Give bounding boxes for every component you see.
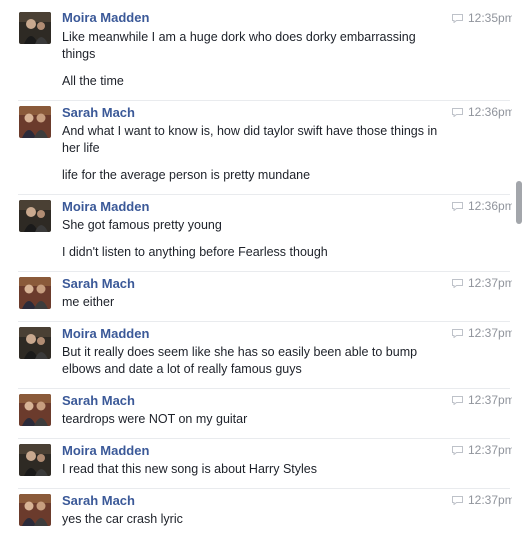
message-group: Sarah Mach 12:37pm yes the car crash lyr… <box>0 488 515 536</box>
timestamp: 12:37pm <box>452 493 516 507</box>
message-text: Like meanwhile I am a huge dork who does… <box>62 30 416 44</box>
message-group: Moira Madden 12:36pm She got famous pret… <box>0 194 515 271</box>
message-group: Sarah Mach 12:36pm And what I want to kn… <box>0 100 515 194</box>
speech-bubble-icon <box>452 279 463 288</box>
timestamp-text: 12:37pm <box>468 393 515 407</box>
message-group: Sarah Mach 12:37pm teardrops were NOT on… <box>0 388 515 438</box>
moira-avatar <box>19 12 51 44</box>
speech-bubble-icon <box>452 108 463 117</box>
sarah-avatar <box>19 394 51 426</box>
speech-bubble-icon <box>452 329 463 338</box>
sender-name[interactable]: Sarah Mach <box>62 493 135 508</box>
timestamp-text: 12:36pm <box>468 199 515 213</box>
avatar[interactable] <box>19 327 51 359</box>
avatar[interactable] <box>19 200 51 232</box>
moira-avatar <box>19 200 51 232</box>
message-text: I read that this new song is about Harry… <box>62 462 317 476</box>
message-text: teardrops were NOT on my guitar <box>62 412 248 426</box>
timestamp: 12:37pm <box>452 326 516 340</box>
sender-name[interactable]: Sarah Mach <box>62 276 135 291</box>
message-text: me either <box>62 295 115 309</box>
avatar[interactable] <box>19 277 51 309</box>
sarah-avatar <box>19 494 51 526</box>
avatar[interactable] <box>19 394 51 426</box>
message-thread: Moira Madden 12:35pm Like meanwhile I am… <box>0 0 515 536</box>
sender-name[interactable]: Sarah Mach <box>62 393 135 408</box>
timestamp: 12:36pm <box>452 199 516 213</box>
timestamp-text: 12:37pm <box>468 443 515 457</box>
message-text: things <box>62 47 96 61</box>
scrollbar-thumb[interactable] <box>516 181 522 224</box>
message-text: And what I want to know is, how did tayl… <box>62 124 438 138</box>
message-text: yes the car crash lyric <box>62 512 183 526</box>
message-text: All the time <box>62 74 124 88</box>
avatar[interactable] <box>19 106 51 138</box>
sarah-avatar <box>19 277 51 309</box>
scrollbar[interactable] <box>512 0 526 536</box>
sarah-avatar <box>19 106 51 138</box>
message-text: I didn't listen to anything before Fearl… <box>62 245 328 259</box>
message-text: life for the average person is pretty mu… <box>62 168 311 182</box>
speech-bubble-icon <box>452 14 463 23</box>
timestamp-text: 12:35pm <box>468 11 515 25</box>
moira-avatar <box>19 327 51 359</box>
moira-avatar <box>19 444 51 476</box>
sender-name[interactable]: Sarah Mach <box>62 105 135 120</box>
timestamp: 12:37pm <box>452 393 516 407</box>
timestamp: 12:37pm <box>452 276 516 290</box>
sender-name[interactable]: Moira Madden <box>62 443 149 458</box>
timestamp-text: 12:36pm <box>468 105 515 119</box>
sender-name[interactable]: Moira Madden <box>62 10 149 25</box>
timestamp: 12:36pm <box>452 105 516 119</box>
sender-name[interactable]: Moira Madden <box>62 326 149 341</box>
message-text: But it really does seem like she has so … <box>62 345 418 359</box>
timestamp: 12:35pm <box>452 11 516 25</box>
message-group: Moira Madden 12:35pm Like meanwhile I am… <box>0 0 515 100</box>
speech-bubble-icon <box>452 446 463 455</box>
message-group: Moira Madden 12:37pm I read that this ne… <box>0 438 515 488</box>
message-group: Sarah Mach 12:37pm me either <box>0 271 515 321</box>
sender-name[interactable]: Moira Madden <box>62 199 149 214</box>
avatar[interactable] <box>19 444 51 476</box>
speech-bubble-icon <box>452 496 463 505</box>
timestamp: 12:37pm <box>452 443 516 457</box>
message-text: her life <box>62 141 100 155</box>
avatar[interactable] <box>19 12 51 44</box>
avatar[interactable] <box>19 494 51 526</box>
speech-bubble-icon <box>452 396 463 405</box>
speech-bubble-icon <box>452 202 463 211</box>
message-text: elbows and date a lot of really famous g… <box>62 362 302 376</box>
timestamp-text: 12:37pm <box>468 276 515 290</box>
timestamp-text: 12:37pm <box>468 326 515 340</box>
message-text: She got famous pretty young <box>62 218 222 232</box>
message-group: Moira Madden 12:37pm But it really does … <box>0 321 515 388</box>
timestamp-text: 12:37pm <box>468 493 515 507</box>
